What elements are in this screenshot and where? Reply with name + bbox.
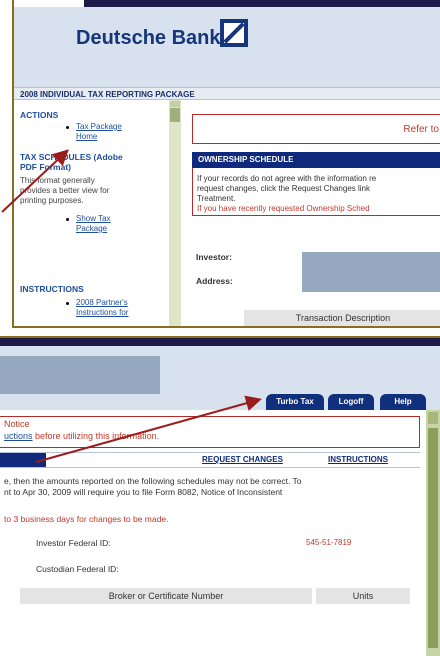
top-dark-bar bbox=[0, 338, 440, 346]
tax-package-home-line1: Tax Package bbox=[76, 122, 122, 131]
redacted-block bbox=[302, 252, 440, 292]
show-tax-package-line2: Package bbox=[76, 224, 108, 233]
scroll-thumb[interactable] bbox=[428, 428, 438, 648]
request-changes-link[interactable]: REQUEST CHANGES bbox=[202, 455, 283, 464]
tab-help[interactable]: Help bbox=[380, 394, 426, 410]
schedules-desc-line1: This format generally bbox=[20, 176, 95, 185]
para-line2: nt to Apr 30, 2009 will require you to f… bbox=[4, 487, 283, 497]
scroll-up-arrow-icon[interactable] bbox=[428, 412, 438, 424]
show-tax-package-link[interactable]: Show Tax Package bbox=[76, 214, 111, 234]
redacted-block bbox=[0, 356, 160, 394]
bank-logo-icon bbox=[220, 19, 248, 47]
business-days-warning: to 3 business days for changes to be mad… bbox=[4, 514, 169, 524]
partners-instructions-line1: 2008 Partner's bbox=[76, 298, 128, 307]
partners-instructions-line2: Instructions for bbox=[76, 308, 129, 317]
tab-logoff[interactable]: Logoff bbox=[328, 394, 374, 410]
title-bar-fragment bbox=[0, 453, 46, 467]
ownership-schedule-title: OWNERSHIP SCHEDULE bbox=[192, 152, 440, 168]
package-title: 2008 INDIVIDUAL TAX REPORTING PACKAGE bbox=[14, 87, 440, 100]
investor-federal-id-label: Investor Federal ID: bbox=[36, 538, 111, 548]
main-content: Refer to OWNERSHIP SCHEDULE If your reco… bbox=[184, 100, 440, 326]
ownership-line2: request changes, click the Request Chang… bbox=[197, 184, 370, 193]
refer-text: Refer to bbox=[403, 124, 439, 135]
instructions-link[interactable]: INSTRUCTIONS bbox=[328, 455, 388, 464]
tax-package-home-line2: Home bbox=[76, 132, 98, 141]
address-label: Address: bbox=[196, 276, 233, 286]
ownership-red-line: If you have recently requested Ownership… bbox=[197, 204, 370, 213]
tax-schedules-heading: TAX SCHEDULES (Adobe PDF Format) bbox=[20, 152, 123, 172]
bullet-icon bbox=[66, 302, 69, 305]
brand-name: Deutsche Bank bbox=[76, 27, 221, 49]
investor-label: Investor: bbox=[196, 252, 232, 262]
schedules-heading-line1: TAX SCHEDULES (Adobe bbox=[20, 152, 123, 162]
custodian-federal-id-label: Custodian Federal ID: bbox=[36, 564, 119, 574]
ownership-action-bar: REQUEST CHANGES INSTRUCTIONS bbox=[0, 452, 420, 468]
investor-federal-id-value: 545-51-7819 bbox=[306, 538, 352, 547]
notice-box: Refer to bbox=[192, 114, 440, 144]
ownership-paragraph: e, then the amounts reported on the foll… bbox=[4, 476, 420, 498]
bottom-screenshot-panel: Turbo Tax Logoff Help Notice uctions bef… bbox=[0, 336, 440, 656]
broker-certificate-header: Broker or Certificate Number bbox=[20, 588, 312, 604]
units-header: Units bbox=[316, 588, 410, 604]
scroll-thumb[interactable] bbox=[170, 108, 180, 122]
page-scrollbar[interactable] bbox=[426, 410, 440, 656]
schedules-heading-line2: PDF Format) bbox=[20, 162, 71, 172]
partners-instructions-link[interactable]: 2008 Partner's Instructions for bbox=[76, 298, 128, 318]
tax-package-home-link[interactable]: Tax Package Home bbox=[76, 122, 122, 142]
transaction-description-header: Transaction Description bbox=[244, 310, 440, 326]
bullet-icon bbox=[66, 218, 69, 221]
instructions-inline-link[interactable]: uctions bbox=[4, 431, 33, 441]
para-line1: e, then the amounts reported on the foll… bbox=[4, 476, 302, 486]
notice-rest: before utilizing this information. bbox=[32, 431, 160, 441]
instructions-heading: INSTRUCTIONS bbox=[20, 284, 84, 294]
schedules-description: This format generally provides a better … bbox=[20, 176, 160, 206]
top-screenshot-panel: Deutsche Bank 2008 INDIVIDUAL TAX REPORT… bbox=[12, 0, 440, 328]
notice-line: uctions before utilizing this informatio… bbox=[4, 431, 159, 442]
bullet-icon bbox=[66, 126, 69, 129]
ownership-line1: If your records do not agree with the in… bbox=[197, 174, 377, 183]
main-content: Notice uctions before utilizing this inf… bbox=[0, 410, 426, 656]
notice-box: Notice uctions before utilizing this inf… bbox=[0, 416, 420, 448]
tab-turbo-tax[interactable]: Turbo Tax bbox=[266, 394, 324, 410]
show-tax-package-line1: Show Tax bbox=[76, 214, 111, 223]
bank-header: Deutsche Bank bbox=[14, 7, 440, 87]
ownership-info-box: If your records do not agree with the in… bbox=[192, 168, 440, 216]
notice-title: Notice bbox=[4, 419, 30, 429]
schedules-desc-line3: printing purposes. bbox=[20, 196, 84, 205]
top-dark-bar bbox=[84, 0, 440, 7]
sidebar: ACTIONS Tax Package Home TAX SCHEDULES (… bbox=[14, 100, 169, 326]
sidebar-scrollbar[interactable] bbox=[169, 100, 181, 326]
scroll-up-arrow-icon[interactable] bbox=[170, 101, 180, 107]
actions-heading: ACTIONS bbox=[20, 110, 59, 120]
ownership-line3: Treatment. bbox=[197, 194, 236, 203]
schedules-desc-line2: provides a better view for bbox=[20, 186, 110, 195]
